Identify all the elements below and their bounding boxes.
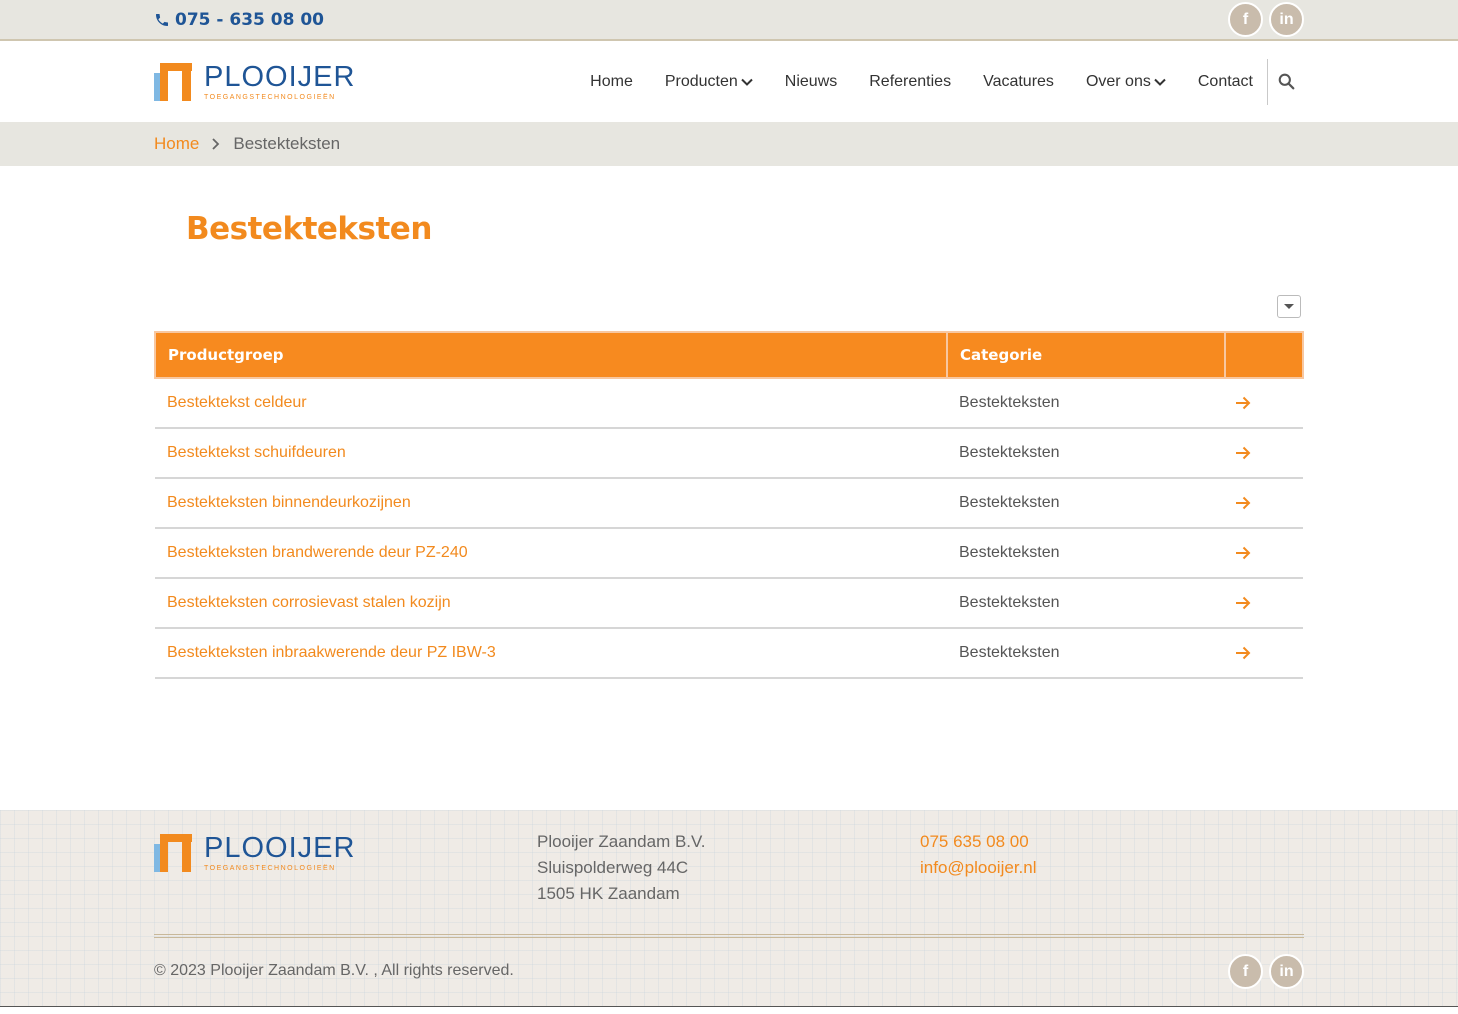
table-row: Bestektekst celdeur Bestekteksten bbox=[155, 378, 1303, 429]
nav-item-contact[interactable]: Contact bbox=[1198, 73, 1253, 91]
address-line: Plooijer Zaandam B.V. bbox=[537, 832, 706, 851]
nav-label: Referenties bbox=[869, 72, 952, 90]
footer-copyright: © 2023 Plooijer Zaandam B.V. , All right… bbox=[154, 962, 514, 979]
top-phone-link[interactable]: 075 - 635 08 00 bbox=[154, 10, 324, 30]
table-row: Bestekteksten inbraakwerende deur PZ IBW… bbox=[155, 628, 1303, 679]
linkedin-icon[interactable]: in bbox=[1269, 2, 1304, 37]
breadcrumb-current: Bestekteksten bbox=[233, 134, 341, 153]
top-socials: f in bbox=[1228, 2, 1304, 37]
row-name-link[interactable]: Bestektekst celdeur bbox=[155, 378, 947, 429]
row-category: Bestekteksten bbox=[947, 378, 1225, 429]
row-category: Bestekteksten bbox=[947, 528, 1225, 579]
row-category: Bestekteksten bbox=[947, 628, 1225, 679]
arrow-right-icon[interactable] bbox=[1235, 596, 1251, 610]
nav-item-producten[interactable]: Producten bbox=[665, 73, 753, 91]
footer-logo[interactable]: PLOOIJER TOEGANGSTECHNOLOGIEËN bbox=[154, 834, 355, 872]
breadcrumb: Home Bestekteksten bbox=[0, 122, 1458, 166]
site-footer: PLOOIJER TOEGANGSTECHNOLOGIEËN Plooijer … bbox=[0, 810, 1458, 1006]
nav-label: Over ons bbox=[1085, 72, 1151, 90]
footer-email-link[interactable]: info@plooijer.nl bbox=[920, 855, 1037, 881]
breadcrumb-home-link[interactable]: Home bbox=[154, 134, 199, 154]
footer-socials: f in bbox=[1228, 954, 1304, 989]
nav-label: Producten bbox=[664, 72, 738, 90]
top-phone-text: 075 - 635 08 00 bbox=[175, 9, 325, 30]
row-name-link[interactable]: Bestektekst schuifdeuren bbox=[155, 428, 947, 479]
nav-item-nieuws[interactable]: Nieuws bbox=[785, 73, 837, 91]
nav-item-vacatures[interactable]: Vacatures bbox=[983, 73, 1054, 91]
nav-label: Vacatures bbox=[983, 72, 1054, 90]
top-bar: 075 - 635 08 00 f in bbox=[0, 0, 1458, 41]
arrow-right-icon[interactable] bbox=[1235, 646, 1251, 660]
column-header-productgroep[interactable]: Productgroep bbox=[154, 331, 948, 379]
row-name-link[interactable]: Bestekteksten brandwerende deur PZ-240 bbox=[155, 528, 947, 579]
address-line: 1505 HK Zaandam bbox=[537, 884, 680, 903]
row-name-link[interactable]: Bestekteksten corrosievast stalen kozijn bbox=[155, 578, 947, 629]
footer-phone-link[interactable]: 075 635 08 00 bbox=[920, 829, 1037, 855]
chevron-down-icon bbox=[1154, 78, 1166, 86]
facebook-icon[interactable]: f bbox=[1228, 2, 1263, 37]
nav-item-home[interactable]: Home bbox=[590, 73, 633, 91]
search-button[interactable] bbox=[1268, 73, 1304, 90]
arrow-right-icon[interactable] bbox=[1235, 396, 1251, 410]
arrow-right-icon[interactable] bbox=[1235, 496, 1251, 510]
column-header-action bbox=[1224, 331, 1304, 379]
table-row: Bestektekst schuifdeuren Bestekteksten bbox=[155, 428, 1303, 479]
bottom-strip bbox=[0, 1006, 1458, 1014]
table-row: Bestekteksten corrosievast stalen kozijn… bbox=[155, 578, 1303, 629]
address-line: Sluispolderweg 44C bbox=[537, 858, 689, 877]
site-logo[interactable]: PLOOIJER TOEGANGSTECHNOLOGIEËN bbox=[154, 60, 356, 101]
arrow-right-icon[interactable] bbox=[1235, 546, 1251, 560]
site-header: PLOOIJER TOEGANGSTECHNOLOGIEËN Home Prod… bbox=[0, 41, 1458, 122]
column-header-categorie[interactable]: Categorie bbox=[946, 331, 1226, 379]
page-title: Bestekteksten bbox=[186, 211, 432, 247]
logo-subtitle: TOEGANGSTECHNOLOGIEËN bbox=[204, 93, 336, 101]
nav-label: Contact bbox=[1197, 72, 1253, 90]
chevron-down-icon bbox=[741, 78, 753, 86]
main-nav: Home Producten Nieuws Referenties Vacatu… bbox=[558, 56, 1304, 108]
footer-contact: 075 635 08 00 info@plooijer.nl bbox=[920, 829, 1037, 881]
logo-subtitle: TOEGANGSTECHNOLOGIEËN bbox=[204, 865, 336, 872]
nav-item-over-ons[interactable]: Over ons bbox=[1086, 73, 1166, 91]
footer-address: Plooijer Zaandam B.V. Sluispolderweg 44C… bbox=[537, 829, 706, 907]
table-row: Bestekteksten brandwerende deur PZ-240 B… bbox=[155, 528, 1303, 579]
row-name-link[interactable]: Bestekteksten binnendeurkozijnen bbox=[155, 478, 947, 529]
linkedin-icon[interactable]: in bbox=[1269, 954, 1304, 989]
row-name-link[interactable]: Bestekteksten inbraakwerende deur PZ IBW… bbox=[155, 628, 947, 679]
nav-item-referenties[interactable]: Referenties bbox=[869, 73, 951, 91]
logo-mark-icon bbox=[154, 62, 192, 101]
chevron-right-icon bbox=[212, 138, 220, 150]
row-category: Bestekteksten bbox=[947, 428, 1225, 479]
logo-name: PLOOIJER bbox=[204, 832, 356, 864]
search-icon bbox=[1278, 73, 1294, 90]
table-row: Bestekteksten binnendeurkozijnen Bestekt… bbox=[155, 478, 1303, 529]
product-table: Productgroep Categorie Bestektekst celde… bbox=[154, 331, 1304, 679]
nav-label: Home bbox=[590, 72, 633, 90]
phone-icon bbox=[156, 13, 168, 26]
nav-label: Nieuws bbox=[784, 72, 838, 90]
logo-name: PLOOIJER bbox=[204, 60, 356, 93]
logo-mark-icon bbox=[154, 834, 192, 872]
facebook-icon[interactable]: f bbox=[1228, 954, 1263, 989]
column-toggle-button[interactable] bbox=[1277, 295, 1301, 318]
row-category: Bestekteksten bbox=[947, 478, 1225, 529]
row-category: Bestekteksten bbox=[947, 578, 1225, 629]
arrow-right-icon[interactable] bbox=[1235, 446, 1251, 460]
footer-divider bbox=[154, 934, 1304, 938]
